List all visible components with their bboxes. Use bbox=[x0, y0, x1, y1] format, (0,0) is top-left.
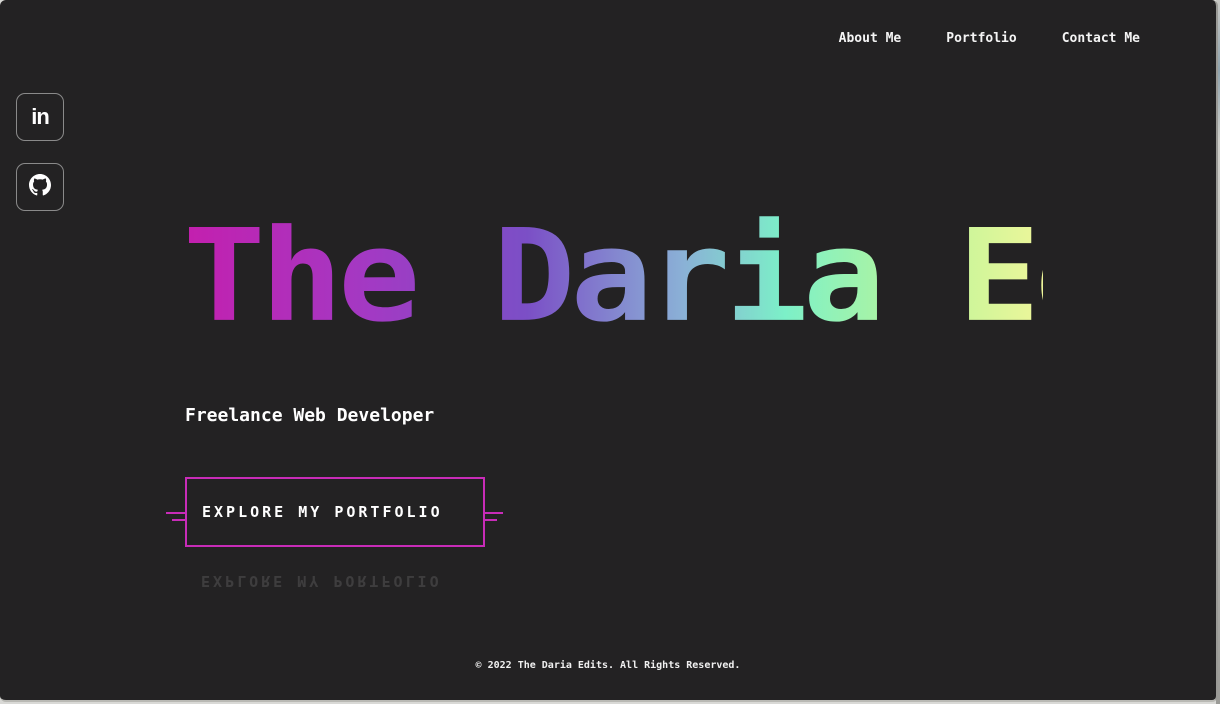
hero-subtitle: Freelance Web Developer bbox=[185, 405, 435, 426]
nav-portfolio[interactable]: Portfolio bbox=[946, 31, 1016, 46]
explore-portfolio-button[interactable]: EXPLORE MY PORTFOLIO bbox=[185, 477, 485, 547]
github-button[interactable] bbox=[16, 163, 64, 211]
github-icon bbox=[29, 174, 51, 200]
hero-title: The Daria Edits bbox=[183, 202, 1216, 351]
nav-contact-me[interactable]: Contact Me bbox=[1062, 31, 1140, 46]
cta-reflection: EXPLORE MY PORTFOLIO bbox=[185, 548, 485, 600]
cta-decoration-right-top bbox=[484, 512, 503, 514]
linkedin-icon: in bbox=[31, 104, 50, 129]
cta-decoration-right-bottom bbox=[484, 519, 497, 521]
cta-reflection-text: EXPLORE MY PORTFOLIO bbox=[201, 572, 442, 590]
footer-copyright: © 2022 The Daria Edits. All Rights Reser… bbox=[475, 660, 741, 671]
cta-decoration-left-bottom bbox=[172, 519, 186, 521]
cta-decoration-left-top bbox=[166, 512, 186, 514]
top-navigation: About Me Portfolio Contact Me bbox=[839, 31, 1140, 46]
browser-page: About Me Portfolio Contact Me in The Dar… bbox=[0, 0, 1218, 702]
linkedin-button[interactable]: in bbox=[16, 93, 64, 141]
nav-about-me[interactable]: About Me bbox=[839, 31, 902, 46]
